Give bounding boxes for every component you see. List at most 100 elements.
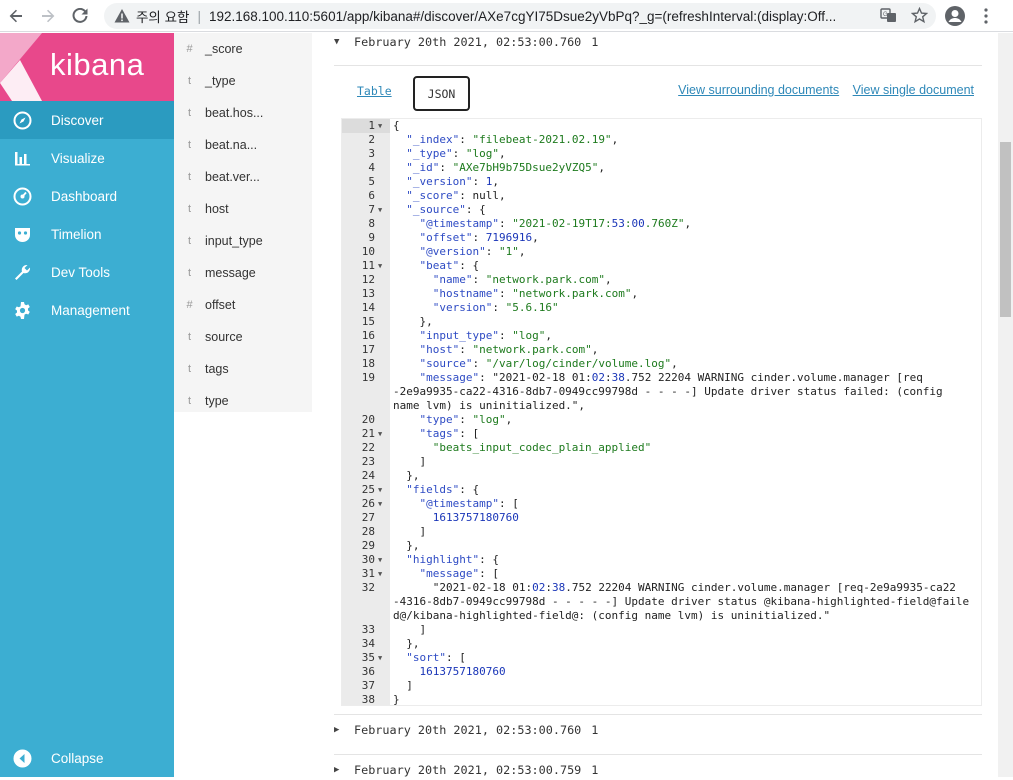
sidebar-item-management[interactable]: Management [0, 291, 174, 329]
line-number: 20 [361, 413, 375, 426]
code-line: 37 ] [342, 679, 981, 693]
code-text: "_id": "AXe7bH9b75Dsue2yVZQ5", [406, 161, 605, 174]
fold-toggle-icon[interactable]: ▼ [378, 259, 382, 273]
reload-icon[interactable] [64, 0, 96, 32]
code-line: 1 ▼ { [342, 119, 981, 133]
field-name: type [205, 394, 229, 408]
fold-toggle-icon[interactable]: ▼ [378, 427, 382, 441]
code-text: "_version": 1, [406, 175, 499, 188]
line-number: 8 [368, 217, 375, 230]
code-text: ] [393, 679, 413, 692]
document-row-collapsed[interactable]: ▶ February 20th 2021, 02:53:00.759 1 [334, 760, 598, 780]
code-line: 23 ] [342, 455, 981, 469]
line-number: 32 [361, 581, 375, 594]
document-table: ▼ February 20th 2021, 02:53:00.760 1 Tab… [312, 33, 998, 777]
line-number: 26 [361, 497, 375, 510]
field-name: tags [205, 362, 229, 376]
field-item[interactable]: t beat.ver... [174, 161, 312, 193]
code-text: 1613757180760 [432, 511, 519, 524]
code-line: 21 ▼ "tags": [ [342, 427, 981, 441]
address-bar[interactable]: 주의 요함 | 192.168.100.110:5601/app/kibana#… [104, 3, 936, 29]
field-item[interactable]: t beat.na... [174, 129, 312, 161]
line-number: 2 [368, 133, 375, 146]
fold-toggle-icon[interactable]: ▼ [378, 203, 382, 217]
expand-caret-icon[interactable]: ▶ [334, 725, 354, 735]
browser-menu-icon[interactable] [984, 8, 988, 24]
code-text: }, [393, 315, 433, 328]
line-number: 36 [361, 665, 375, 678]
code-text: } [393, 693, 400, 706]
fold-toggle-icon[interactable]: ▼ [378, 119, 382, 133]
translate-icon[interactable]: G [880, 7, 897, 24]
line-number: 10 [361, 245, 375, 258]
sidebar-item-dev-tools[interactable]: Dev Tools [0, 253, 174, 291]
code-line: d@/kibana-highlighted-field@: (config na… [342, 609, 981, 623]
page-scrollbar[interactable] [998, 33, 1013, 777]
collapse-button[interactable]: Collapse [0, 739, 174, 777]
fold-toggle-icon[interactable]: ▼ [378, 567, 382, 581]
document-count: 1 [591, 763, 599, 777]
field-name: message [205, 266, 256, 280]
document-time: February 20th 2021, 02:53:00.760 [354, 35, 582, 49]
field-name: host [205, 202, 229, 216]
field-item[interactable]: t beat.hos... [174, 97, 312, 129]
field-item[interactable]: t source [174, 321, 312, 353]
field-name: input_type [205, 234, 263, 248]
view-surrounding-documents-link[interactable]: View surrounding documents [678, 83, 839, 97]
profile-avatar-icon[interactable] [944, 5, 966, 27]
json-editor[interactable]: 1 ▼{2 "_index": "filebeat-2021.02.19", 3 "… [341, 118, 982, 706]
line-number: 29 [361, 539, 375, 552]
sidebar-item-visualize[interactable]: Visualize [0, 139, 174, 177]
field-item[interactable]: t message [174, 257, 312, 289]
line-number: 3 [368, 147, 375, 160]
sidebar-item-timelion[interactable]: Timelion [0, 215, 174, 253]
forward-arrow-icon[interactable] [32, 0, 64, 32]
field-type-icon: t [187, 235, 192, 247]
field-name: _score [205, 42, 243, 56]
expand-caret-icon[interactable]: ▶ [334, 765, 354, 775]
fold-toggle-icon[interactable]: ▼ [378, 483, 382, 497]
tab-json[interactable]: JSON [413, 76, 470, 111]
omnibox-separator: | [197, 8, 201, 24]
sidebar-item-dashboard[interactable]: Dashboard [0, 177, 174, 215]
collapse-caret-icon[interactable]: ▼ [334, 37, 354, 47]
field-item[interactable]: # _score [174, 33, 312, 65]
code-text: 1613757180760 [419, 665, 506, 678]
field-item[interactable]: t tags [174, 353, 312, 385]
field-item[interactable]: t _type [174, 65, 312, 97]
field-item[interactable]: t host [174, 193, 312, 225]
line-number: 25 [361, 483, 375, 496]
code-line: 25 ▼ "fields": { [342, 483, 981, 497]
code-text: "@timestamp": [ [419, 497, 519, 510]
document-row-expanded[interactable]: ▼ February 20th 2021, 02:53:00.760 1 [334, 32, 598, 52]
code-line: 15 }, [342, 315, 981, 329]
bookmark-star-icon[interactable] [911, 7, 928, 24]
fold-toggle-icon[interactable]: ▼ [378, 553, 382, 567]
fold-toggle-icon[interactable]: ▼ [378, 651, 382, 665]
view-single-document-link[interactable]: View single document [853, 83, 974, 97]
security-label: 주의 요함 [136, 10, 190, 25]
code-text: ] [393, 525, 427, 538]
line-number: 38 [361, 693, 375, 706]
tab-table[interactable]: Table [357, 84, 392, 98]
code-text: "name": "network.park.com", [432, 273, 612, 286]
document-row-collapsed[interactable]: ▶ February 20th 2021, 02:53:00.760 1 [334, 720, 598, 740]
line-number: 5 [368, 175, 375, 188]
scrollbar-thumb[interactable] [1000, 142, 1011, 317]
line-number: 24 [361, 469, 375, 482]
line-number: 9 [368, 231, 375, 244]
sidebar-item-discover[interactable]: Discover [0, 101, 174, 139]
line-number: 16 [361, 329, 375, 342]
code-text: "_score": null, [406, 189, 506, 202]
fold-toggle-icon[interactable]: ▼ [378, 497, 382, 511]
line-number: 37 [361, 679, 375, 692]
code-text: "tags": [ [419, 427, 480, 440]
back-arrow-icon[interactable] [0, 0, 32, 32]
field-item[interactable]: # offset [174, 289, 312, 321]
field-item[interactable]: t type [174, 385, 312, 417]
line-number: 27 [361, 511, 375, 524]
url-text: 192.168.100.110:5601/app/kibana#/discove… [208, 8, 837, 24]
field-item[interactable]: t input_type [174, 225, 312, 257]
kibana-logo[interactable]: kibana [0, 33, 174, 101]
dashboard-gauge-icon [12, 186, 32, 206]
